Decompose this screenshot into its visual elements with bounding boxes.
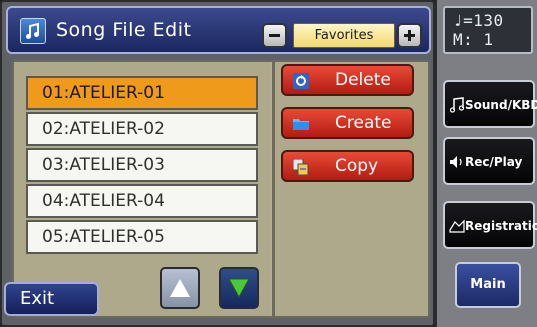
action-pane: Delete Create Copy [275, 62, 428, 316]
delete-icon [293, 73, 309, 89]
sound-kbd-button[interactable]: Sound/KBD [443, 80, 537, 128]
rec-play-label: Rec/Play [465, 155, 523, 169]
create-label: Create [335, 113, 392, 133]
sound-kbd-label: Sound/KBD [465, 98, 537, 112]
registration-label: Registration [465, 219, 537, 233]
scroll-up-button[interactable] [160, 267, 200, 309]
registration-icon [449, 219, 465, 233]
copy-icon [293, 159, 309, 175]
list-item[interactable]: 03:ATELIER-03 [26, 148, 258, 182]
favorites-field[interactable]: Favorites [293, 23, 395, 48]
triangle-down-icon [228, 278, 250, 298]
registration-button[interactable]: Registration [443, 201, 537, 249]
list-item[interactable]: 04:ATELIER-04 [26, 184, 258, 218]
file-list: 01:ATELIER-01 02:ATELIER-02 03:ATELIER-0… [26, 76, 258, 256]
note-icon [449, 97, 465, 113]
copy-label: Copy [335, 156, 379, 176]
favorites-minus-button[interactable] [262, 23, 287, 48]
measure-value: M: 1 [453, 30, 494, 49]
main-button[interactable]: Main [455, 262, 521, 308]
music-note-icon [20, 18, 46, 44]
plus-icon [404, 30, 415, 41]
title-bar: Song File Edit Favorites [6, 6, 431, 54]
delete-button[interactable]: Delete [281, 64, 414, 96]
create-button[interactable]: Create [281, 107, 414, 139]
speaker-icon [450, 156, 462, 168]
song-file-edit-window: Song File Edit Favorites 01:ATELIER-01 0… [0, 0, 435, 327]
scroll-down-button[interactable] [219, 267, 259, 309]
copy-button[interactable]: Copy [281, 150, 414, 182]
tempo-value: ♩=130 [453, 11, 504, 30]
exit-button[interactable]: Exit [4, 282, 99, 316]
list-item[interactable]: 05:ATELIER-05 [26, 220, 258, 254]
tempo-display: ♩=130 M: 1 [443, 6, 533, 54]
rec-play-button[interactable]: Rec/Play [443, 137, 535, 185]
minus-icon [269, 34, 280, 37]
window-title: Song File Edit [56, 19, 192, 41]
delete-label: Delete [335, 70, 391, 90]
favorites-plus-button[interactable] [397, 23, 422, 48]
side-panel: ♩=130 M: 1 Sound/KBD Rec/Play Registrati… [435, 0, 537, 327]
list-item[interactable]: 02:ATELIER-02 [26, 112, 258, 146]
list-item[interactable]: 01:ATELIER-01 [26, 76, 258, 110]
folder-icon [293, 119, 309, 130]
triangle-up-icon [170, 279, 190, 297]
